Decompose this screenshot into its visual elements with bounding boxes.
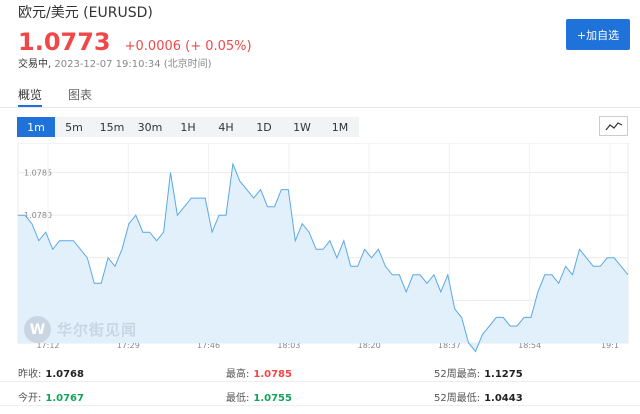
stat-low-label: 最低: (226, 393, 250, 404)
stat-52w-low-label: 52周最低: (434, 393, 481, 404)
stat-low: 最低: 1.0755 (226, 389, 292, 404)
page-title: 欧元/美元 (EURUSD) (18, 5, 153, 21)
period-1h[interactable]: 1H (169, 117, 207, 137)
trading-status: 交易中, 2023-12-07 19:10:34 (北京时间) (18, 55, 212, 70)
stat-prev-close: 昨收: 1.0768 (18, 365, 84, 380)
stat-prev-close-label: 昨收: (18, 369, 42, 380)
tab-bar: 概览 图表 (0, 86, 640, 108)
period-1m[interactable]: 1m (17, 117, 55, 137)
period-selector: 1m 5m 15m 30m 1H 4H 1D 1W 1M (17, 117, 359, 137)
stats-row-2: 今开: 1.0767 最低: 1.0755 52周最低: 1.0443 (0, 386, 640, 406)
stat-open: 今开: 1.0767 (18, 389, 84, 404)
line-chart-icon (605, 122, 622, 131)
chart-type-button[interactable] (599, 116, 628, 136)
stat-high-value: 1.0785 (253, 369, 292, 380)
period-4h[interactable]: 4H (207, 117, 245, 137)
stat-52w-low: 52周最低: 1.0443 (434, 389, 523, 404)
status-time: 2023-12-07 19:10:34 (北京时间) (54, 59, 212, 70)
tab-chart[interactable]: 图表 (68, 86, 92, 103)
watermark-logo-icon: W (24, 316, 51, 343)
stat-open-label: 今开: (18, 393, 42, 404)
tab-overview[interactable]: 概览 (18, 86, 43, 107)
quote-row: 1.0773 +0.0006 (+ 0.05%) (18, 28, 252, 56)
period-1d[interactable]: 1D (245, 117, 283, 137)
stat-prev-close-value: 1.0768 (45, 369, 84, 380)
quote-stats: 昨收: 1.0768 最高: 1.0785 52周最高: 1.1275 今开: 1.07… (0, 362, 640, 414)
stat-open-value: 1.0767 (45, 393, 84, 404)
stat-52w-high-label: 52周最高: (434, 369, 481, 380)
stat-high: 最高: 1.0785 (226, 365, 292, 380)
stat-52w-low-value: 1.0443 (484, 393, 523, 404)
current-price: 1.0773 (18, 28, 111, 56)
stat-high-label: 最高: (226, 369, 250, 380)
period-30m[interactable]: 30m (131, 117, 169, 137)
stat-52w-high-value: 1.1275 (484, 369, 523, 380)
watermark-text: 华尔街见闻 (57, 321, 138, 339)
period-1mo[interactable]: 1M (321, 117, 359, 137)
watermark: W 华尔街见闻 (24, 316, 137, 343)
period-5m[interactable]: 5m (55, 117, 93, 137)
period-15m[interactable]: 15m (93, 117, 131, 137)
stat-low-value: 1.0755 (253, 393, 292, 404)
stat-52w-high: 52周最高: 1.1275 (434, 365, 523, 380)
price-change: +0.0006 (+ 0.05%) (124, 39, 252, 54)
add-watchlist-button[interactable]: +加自选 (566, 19, 630, 50)
status-label: 交易中, (18, 59, 52, 70)
stats-row-1: 昨收: 1.0768 最高: 1.0785 52周最高: 1.1275 (0, 362, 640, 382)
period-1w[interactable]: 1W (283, 117, 321, 137)
